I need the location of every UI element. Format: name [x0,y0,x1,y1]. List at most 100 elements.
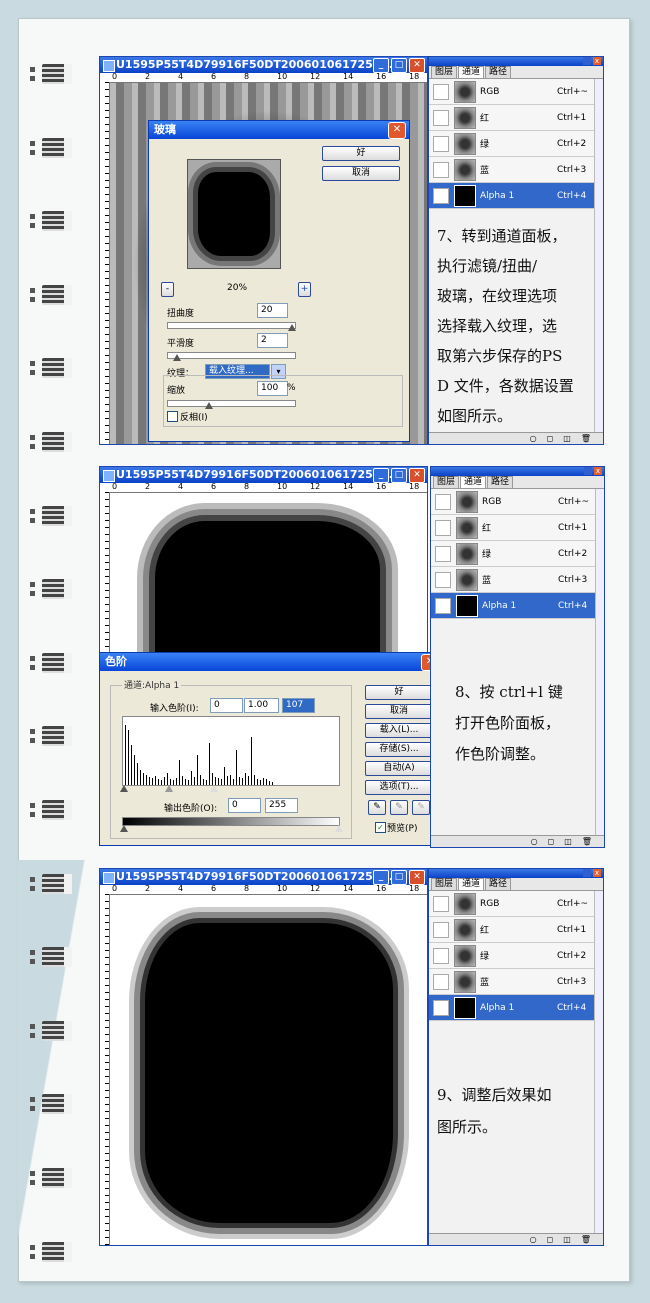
channel-row[interactable]: 蓝 Ctrl+3 [429,969,603,995]
channel-row[interactable]: 蓝 Ctrl+3 [429,157,603,183]
input-white-thumb[interactable] [210,785,218,792]
cancel-button[interactable]: 取消 [322,166,400,181]
visibility-eye-icon[interactable] [433,109,449,126]
visibility-eye-icon[interactable] [433,973,449,990]
input-gamma-field[interactable]: 1.00 [244,698,279,713]
document-titlebar[interactable]: U1595P55T4D79916F50DT2006010617250... _ □… [100,869,427,885]
maximize-button[interactable]: □ [391,58,407,73]
load-selection-icon[interactable]: ○ [530,1234,537,1245]
visibility-eye-icon[interactable]: ◉ [435,597,451,614]
visibility-eye-icon[interactable] [433,135,449,152]
visibility-eye-icon[interactable]: ◉ [433,999,449,1016]
delete-channel-icon[interactable]: 🗑 [581,433,591,444]
visibility-eye-icon[interactable]: ◉ [433,187,449,204]
dialog-titlebar[interactable]: 玻璃 ✕ [149,121,409,139]
channel-row[interactable]: RGB Ctrl+~ [429,79,603,105]
channel-row[interactable]: 绿 Ctrl+2 [429,943,603,969]
load-selection-icon[interactable]: ○ [530,433,537,444]
channel-row[interactable]: 红 Ctrl+1 [431,515,604,541]
smoothness-slider[interactable] [167,352,296,359]
invert-checkbox[interactable] [167,411,178,422]
document-titlebar[interactable]: U1595P55T4D79916F50DT2006010617250... _ □… [100,57,427,73]
panel-tab[interactable]: 通道 [460,476,487,488]
panel-tab[interactable]: 路径 [487,476,514,488]
visibility-eye-icon[interactable] [433,161,449,178]
channel-row[interactable]: ◉ Alpha 1 Ctrl+4 [431,593,604,619]
input-gamma-thumb[interactable] [165,785,173,792]
panel-minimize-icon[interactable] [583,57,591,65]
delete-channel-icon[interactable]: 🗑 [581,1234,591,1245]
visibility-eye-icon[interactable] [435,493,451,510]
visibility-eye-icon[interactable] [433,895,449,912]
ok-button[interactable]: 好 [322,146,400,161]
scale-slider[interactable] [167,400,296,407]
image-canvas[interactable] [110,493,427,657]
panel-scrollbar[interactable] [594,891,603,1234]
channel-select[interactable]: 通道:Alpha 1 [122,678,182,691]
channel-row[interactable]: 红 Ctrl+1 [429,917,603,943]
channel-row[interactable]: ◉ Alpha 1 Ctrl+4 [429,183,603,209]
panel-close-icon[interactable]: x [593,57,601,65]
dialog-close-button[interactable]: ✕ [388,122,406,139]
panel-scrollbar[interactable] [594,79,603,433]
visibility-eye-icon[interactable] [433,83,449,100]
panel-tab[interactable]: 路径 [485,878,512,890]
zoom-in-button[interactable]: + [298,282,311,297]
gray-eyedropper-icon[interactable]: ✎ [390,800,408,815]
new-channel-icon[interactable]: ◫ [564,836,572,847]
close-button[interactable]: ✕ [409,58,425,73]
input-white-field[interactable]: 107 [282,698,315,713]
visibility-eye-icon[interactable] [433,921,449,938]
panel-tab[interactable]: 图层 [433,476,460,488]
scale-field[interactable]: 100 [257,381,288,396]
minimize-button[interactable]: _ [373,58,389,73]
zoom-out-button[interactable]: - [161,282,174,297]
input-black-field[interactable]: 0 [210,698,243,713]
maximize-button[interactable]: □ [391,468,407,483]
panel-scrollbar[interactable] [595,489,604,836]
visibility-eye-icon[interactable] [435,571,451,588]
dialog-titlebar[interactable]: 色阶✕ [100,653,442,671]
minimize-button[interactable]: _ [373,870,389,885]
visibility-eye-icon[interactable] [435,519,451,536]
smoothness-field[interactable]: 2 [257,333,288,348]
channel-row[interactable]: 红 Ctrl+1 [429,105,603,131]
channel-row[interactable]: 蓝 Ctrl+3 [431,567,604,593]
black-eyedropper-icon[interactable]: ✎ [368,800,386,815]
new-channel-icon[interactable]: ◫ [563,433,571,444]
levels-auto-button[interactable]: 自动(A) [365,761,433,776]
save-selection-icon[interactable]: ◻ [547,1234,554,1245]
document-titlebar[interactable]: U1595P55T4D79916F50DT2006010617250... _ □… [100,467,427,483]
panel-tab[interactable]: 路径 [485,66,512,78]
distortion-slider[interactable] [167,322,296,329]
panel-tab[interactable]: 通道 [458,66,485,78]
panel-tab[interactable]: 通道 [458,878,485,890]
output-white-field[interactable]: 255 [265,798,298,813]
delete-channel-icon[interactable]: 🗑 [582,836,592,847]
output-black-thumb[interactable] [120,825,128,832]
maximize-button[interactable]: □ [391,870,407,885]
channel-row[interactable]: 绿 Ctrl+2 [429,131,603,157]
close-button[interactable]: ✕ [409,468,425,483]
image-canvas[interactable] [110,895,427,1245]
channel-row[interactable]: ◉ Alpha 1 Ctrl+4 [429,995,603,1021]
close-button[interactable]: ✕ [409,870,425,885]
minimize-button[interactable]: _ [373,468,389,483]
channel-row[interactable]: RGB Ctrl+~ [429,891,603,917]
levels-load-button[interactable]: 载入(L)... [365,723,433,738]
output-white-thumb[interactable] [335,825,343,832]
new-channel-icon[interactable]: ◫ [563,1234,571,1245]
levels-cancel-button[interactable]: 取消 [365,704,433,719]
channel-row[interactable]: RGB Ctrl+~ [431,489,604,515]
levels-options-button[interactable]: 选项(T)... [365,780,433,795]
levels-ok-button[interactable]: 好 [365,685,433,700]
distortion-field[interactable]: 20 [257,303,288,318]
panel-tab[interactable]: 图层 [431,66,458,78]
save-selection-icon[interactable]: ◻ [547,433,554,444]
visibility-eye-icon[interactable] [433,947,449,964]
input-black-thumb[interactable] [120,785,128,792]
panel-close-icon[interactable]: x [593,869,601,877]
visibility-eye-icon[interactable] [435,545,451,562]
panel-close-icon[interactable]: x [594,467,602,475]
panel-tab[interactable]: 图层 [431,878,458,890]
